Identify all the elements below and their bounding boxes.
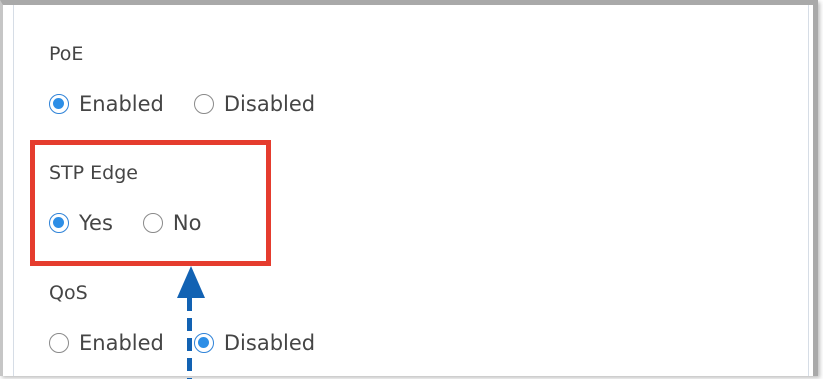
qos-enabled-option[interactable]: Enabled	[49, 331, 164, 355]
poe-radio-group: Enabled Disabled	[49, 92, 345, 116]
qos-disabled-option[interactable]: Disabled	[193, 331, 316, 355]
panel-right-rule	[808, 5, 809, 376]
poe-enabled-text: Enabled	[79, 92, 164, 116]
panel-left-rule	[13, 5, 14, 376]
qos-disabled-text: Disabled	[223, 331, 316, 355]
poe-enabled-option[interactable]: Enabled	[49, 92, 164, 116]
qos-enabled-radio[interactable]	[49, 333, 69, 353]
qos-label: QoS	[49, 282, 88, 304]
poe-disabled-text: Disabled	[223, 92, 316, 116]
poe-enabled-radio[interactable]	[49, 94, 69, 114]
poe-disabled-radio[interactable]	[193, 94, 214, 114]
annotation-arrow-shaft	[187, 298, 192, 379]
qos-radio-group: Enabled Disabled	[49, 331, 345, 355]
qos-enabled-text: Enabled	[79, 331, 164, 355]
stp-edge-highlight-box	[30, 140, 271, 266]
annotation-arrow-up-icon	[177, 266, 205, 298]
qos-disabled-radio[interactable]	[193, 333, 214, 353]
poe-label: PoE	[49, 43, 84, 65]
poe-disabled-option[interactable]: Disabled	[193, 92, 316, 116]
screenshot-stage: PoE Enabled Disabled STP Edge Yes No QoS…	[0, 0, 823, 379]
